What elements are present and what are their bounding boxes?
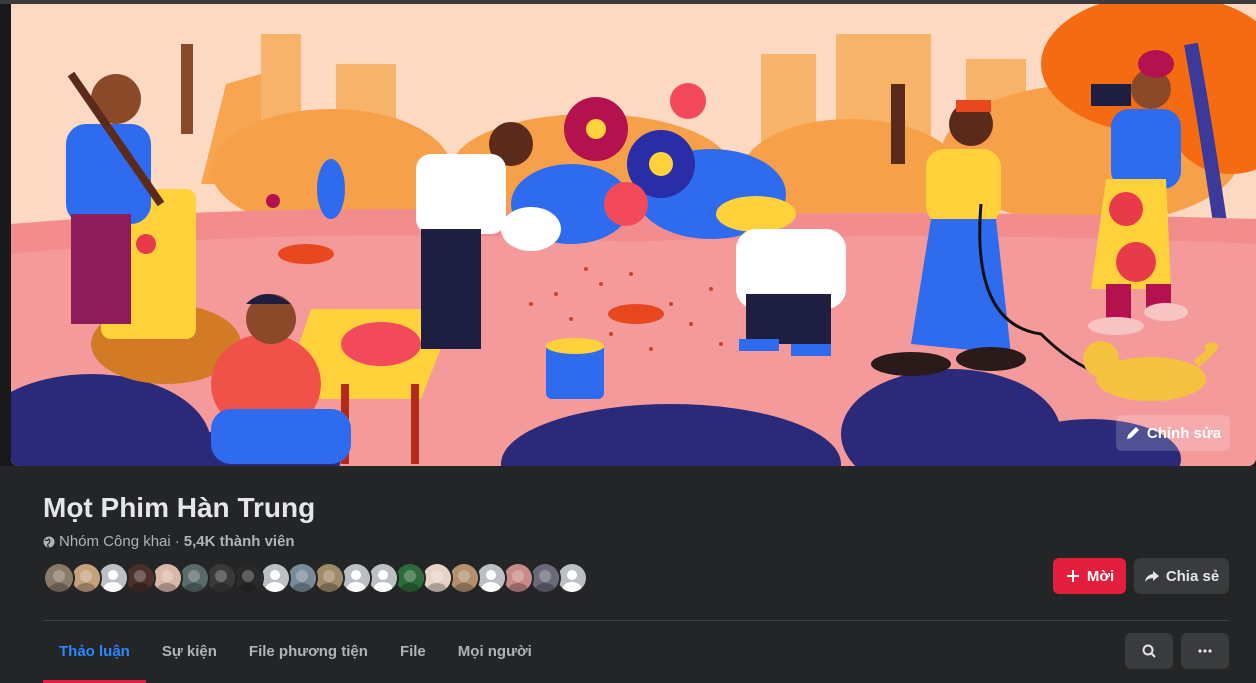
member-avatars[interactable] bbox=[43, 562, 588, 594]
share-button[interactable]: Chia sẻ bbox=[1134, 558, 1229, 594]
default-avatar-icon bbox=[477, 564, 505, 592]
meta-separator: · bbox=[174, 533, 180, 550]
default-avatar-icon bbox=[99, 564, 127, 592]
header-divider bbox=[43, 620, 1229, 621]
tab-media[interactable]: File phương tiện bbox=[233, 622, 384, 680]
invite-button[interactable]: Mời bbox=[1053, 558, 1126, 594]
member-photo bbox=[315, 564, 343, 592]
share-label: Chia sẻ bbox=[1165, 567, 1220, 585]
default-avatar-icon bbox=[261, 564, 289, 592]
member-count[interactable]: 5,4K thành viên bbox=[184, 533, 295, 550]
cover-photo[interactable] bbox=[11, 4, 1256, 466]
search-icon bbox=[1142, 644, 1156, 658]
member-photo bbox=[234, 564, 262, 592]
edit-cover-label: Chỉnh sửa bbox=[1146, 424, 1222, 442]
group-meta: Nhóm Công khai · 5,4K thành viên bbox=[43, 533, 295, 550]
search-button[interactable] bbox=[1125, 633, 1173, 669]
member-photo bbox=[531, 564, 559, 592]
default-avatar-icon bbox=[369, 564, 397, 592]
tab-files[interactable]: File bbox=[384, 622, 442, 680]
default-avatar-icon bbox=[342, 564, 370, 592]
more-dots-icon bbox=[1198, 649, 1212, 653]
default-avatar-icon bbox=[558, 564, 586, 592]
share-arrow-icon bbox=[1144, 571, 1159, 582]
invite-label: Mời bbox=[1086, 567, 1115, 585]
more-options-button[interactable] bbox=[1181, 633, 1229, 669]
member-photo bbox=[396, 564, 424, 592]
member-photo bbox=[72, 564, 100, 592]
member-avatar[interactable] bbox=[43, 562, 75, 594]
globe-icon bbox=[43, 536, 55, 548]
edit-cover-button[interactable]: Chỉnh sửa bbox=[1116, 415, 1230, 451]
tab-people[interactable]: Mọi người bbox=[442, 622, 548, 680]
plus-icon bbox=[1066, 570, 1079, 582]
member-photo bbox=[153, 564, 181, 592]
member-photo bbox=[423, 564, 451, 592]
group-tabs: Thảo luận Sự kiện File phương tiện File … bbox=[43, 622, 548, 683]
group-name[interactable]: Mọt Phim Hàn Trung bbox=[43, 492, 315, 524]
pencil-icon bbox=[1126, 427, 1139, 439]
member-photo bbox=[450, 564, 478, 592]
tab-discussion[interactable]: Thảo luận bbox=[43, 622, 146, 683]
member-photo bbox=[126, 564, 154, 592]
member-photo bbox=[504, 564, 532, 592]
member-photo bbox=[45, 564, 73, 592]
privacy-label[interactable]: Nhóm Công khai bbox=[59, 533, 171, 550]
tab-events[interactable]: Sự kiện bbox=[146, 622, 233, 680]
member-photo bbox=[180, 564, 208, 592]
cover-illustration bbox=[11, 4, 1256, 466]
member-photo bbox=[288, 564, 316, 592]
member-photo bbox=[207, 564, 235, 592]
